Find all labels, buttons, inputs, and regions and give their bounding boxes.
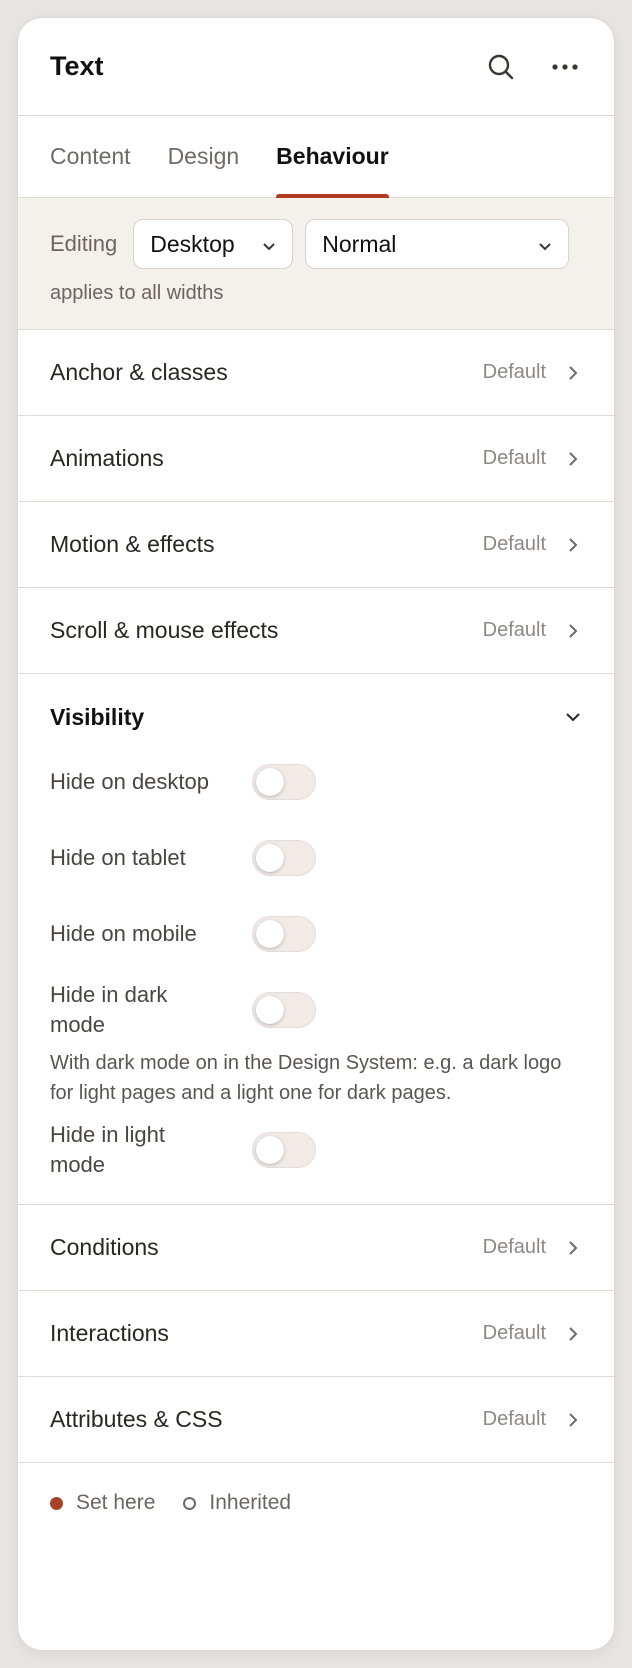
legend-set-here: Set here bbox=[76, 1491, 156, 1514]
editing-bar: Editing Desktop Normal applies to all wi… bbox=[18, 198, 614, 330]
properties-panel: Text Content Design Behaviour Editing De… bbox=[18, 18, 614, 1650]
section-anchor-classes[interactable]: Anchor & classes Default bbox=[18, 330, 614, 416]
section-attributes-css[interactable]: Attributes & CSS Default bbox=[18, 1377, 614, 1463]
tab-behaviour[interactable]: Behaviour bbox=[276, 115, 390, 198]
chevron-right-icon bbox=[562, 534, 584, 556]
editing-note: applies to all widths bbox=[50, 282, 224, 304]
section-label: Visibility bbox=[50, 703, 145, 730]
dark-mode-note: With dark mode on in the Design System: … bbox=[50, 1052, 562, 1104]
set-here-dot-icon bbox=[50, 1496, 63, 1510]
search-icon[interactable] bbox=[484, 50, 518, 84]
chevron-down-icon bbox=[262, 231, 276, 258]
section-conditions[interactable]: Conditions Default bbox=[18, 1205, 614, 1291]
toggle-row-hide-mobile: Hide on mobile bbox=[18, 916, 614, 952]
panel-title: Text bbox=[50, 51, 104, 81]
section-status: Default bbox=[482, 533, 546, 555]
section-motion-effects[interactable]: Motion & effects Default bbox=[18, 502, 614, 588]
toggle-label: Hide on tablet bbox=[50, 845, 186, 870]
toggle-label: Hide in light mode bbox=[50, 1122, 165, 1177]
section-label: Animations bbox=[50, 445, 164, 471]
section-status: Default bbox=[482, 619, 546, 641]
legend: Set here Inherited bbox=[18, 1463, 614, 1543]
state-select-value: Normal bbox=[322, 230, 397, 257]
chevron-right-icon bbox=[562, 1409, 584, 1431]
tab-design[interactable]: Design bbox=[168, 115, 240, 197]
section-animations[interactable]: Animations Default bbox=[18, 416, 614, 502]
chevron-right-icon bbox=[562, 620, 584, 642]
visibility-header[interactable]: Visibility bbox=[18, 674, 614, 760]
toggle-row-hide-dark: Hide in dark mode bbox=[18, 980, 614, 1040]
inherited-ring-icon bbox=[183, 1496, 197, 1510]
toggle-label: Hide on mobile bbox=[50, 921, 197, 946]
hide-on-tablet-toggle[interactable] bbox=[252, 840, 316, 876]
hide-on-desktop-toggle[interactable] bbox=[252, 764, 316, 800]
tab-content[interactable]: Content bbox=[50, 115, 131, 197]
section-label: Interactions bbox=[50, 1320, 169, 1346]
section-scroll-mouse-effects[interactable]: Scroll & mouse effects Default bbox=[18, 588, 614, 674]
section-status: Default bbox=[482, 447, 546, 469]
section-label: Motion & effects bbox=[50, 531, 215, 557]
chevron-down-icon bbox=[538, 231, 552, 258]
chevron-right-icon bbox=[562, 1323, 584, 1345]
section-label: Scroll & mouse effects bbox=[50, 617, 279, 643]
tab-bar: Content Design Behaviour bbox=[18, 116, 614, 198]
section-status: Default bbox=[482, 1236, 546, 1258]
toggle-row-hide-tablet: Hide on tablet bbox=[18, 840, 614, 876]
section-label: Attributes & CSS bbox=[50, 1406, 223, 1432]
section-label: Conditions bbox=[50, 1234, 159, 1260]
device-select[interactable]: Desktop bbox=[133, 219, 294, 269]
chevron-right-icon bbox=[562, 448, 584, 470]
panel-header: Text bbox=[18, 18, 614, 116]
state-select[interactable]: Normal bbox=[305, 219, 570, 269]
hide-in-dark-mode-toggle[interactable] bbox=[252, 992, 316, 1028]
legend-inherited: Inherited bbox=[209, 1491, 292, 1514]
section-status: Default bbox=[482, 1322, 546, 1344]
section-visibility: Visibility Hide on desktop Hide on table… bbox=[18, 674, 614, 1205]
hide-on-mobile-toggle[interactable] bbox=[252, 916, 316, 952]
chevron-right-icon bbox=[562, 362, 584, 384]
hide-in-light-mode-toggle[interactable] bbox=[252, 1132, 316, 1168]
toggle-row-hide-desktop: Hide on desktop bbox=[18, 764, 614, 800]
toggle-row-hide-light: Hide in light mode bbox=[18, 1120, 614, 1180]
editing-label: Editing bbox=[50, 231, 118, 256]
section-status: Default bbox=[482, 361, 546, 383]
device-select-value: Desktop bbox=[150, 230, 235, 257]
toggle-label: Hide in dark mode bbox=[50, 982, 168, 1037]
chevron-right-icon bbox=[562, 1237, 584, 1259]
toggle-label: Hide on desktop bbox=[50, 769, 209, 794]
section-status: Default bbox=[482, 1408, 546, 1430]
more-horizontal-icon[interactable] bbox=[548, 50, 582, 84]
section-label: Anchor & classes bbox=[50, 359, 228, 385]
chevron-down-icon bbox=[562, 706, 584, 728]
section-interactions[interactable]: Interactions Default bbox=[18, 1291, 614, 1377]
